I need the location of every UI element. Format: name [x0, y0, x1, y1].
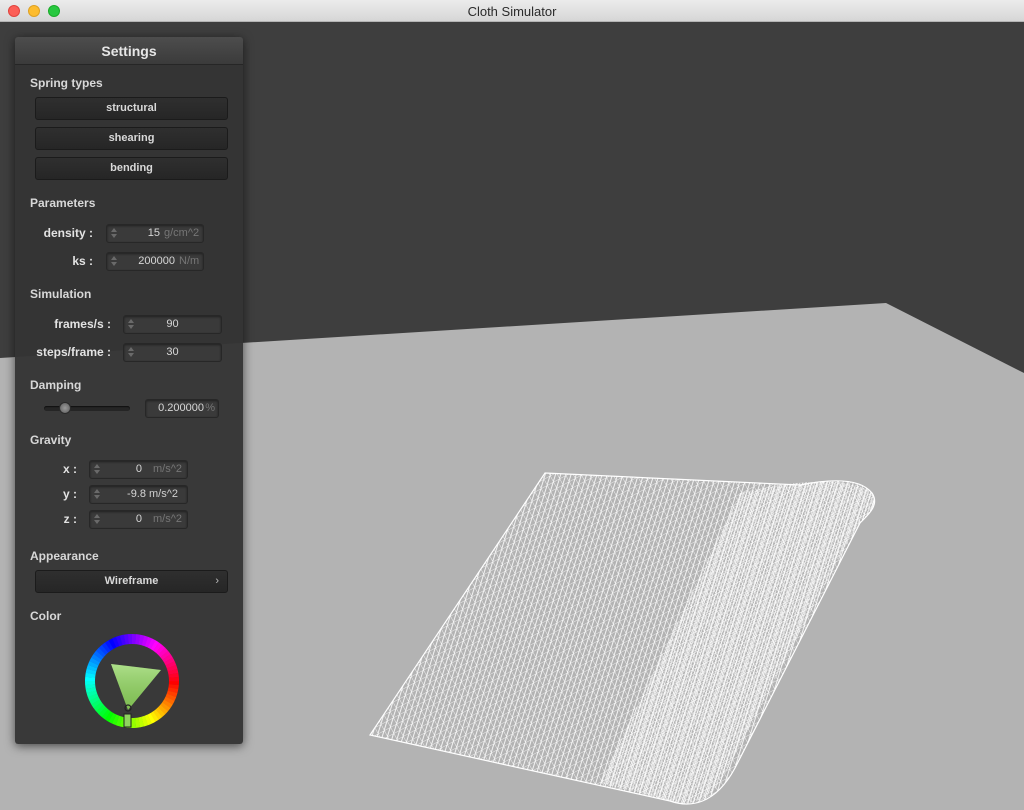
ks-label: ks :	[72, 254, 93, 268]
density-input[interactable]: 15 g/cm^2	[106, 224, 204, 243]
gravity-y-value: -9.8	[127, 488, 146, 500]
appearance-selected-value: Wireframe	[104, 575, 159, 587]
gravity-x-input[interactable]: 0 m/s^2	[89, 460, 188, 479]
gravity-z-value: 0	[135, 513, 142, 525]
gravity-z-label: z :	[63, 512, 77, 526]
bending-button[interactable]: bending	[35, 157, 228, 180]
damping-unit: %	[205, 402, 215, 414]
gravity-y-unit: m/s^2	[149, 488, 178, 500]
spring-types-label: Spring types	[30, 76, 103, 90]
gravity-z-input[interactable]: 0 m/s^2	[89, 510, 188, 529]
damping-slider[interactable]	[44, 406, 130, 411]
density-label: density :	[43, 226, 93, 240]
settings-title[interactable]: Settings	[15, 37, 243, 65]
gravity-y-label: y :	[62, 487, 77, 501]
frames-per-second-label: frames/s :	[54, 317, 111, 331]
parameters-label: Parameters	[30, 196, 96, 210]
ks-spinner-icon[interactable]	[111, 255, 117, 268]
density-value: 15	[147, 227, 160, 239]
color-wheel-picker[interactable]	[85, 634, 179, 728]
ks-unit: N/m	[179, 255, 200, 267]
gravity-x-unit: m/s^2	[153, 463, 182, 475]
shearing-button[interactable]: shearing	[35, 127, 228, 150]
ks-input[interactable]: 200000 N/m	[106, 252, 204, 271]
frames-per-second-input[interactable]: 90	[123, 315, 222, 334]
title-bar: Cloth Simulator	[0, 0, 1024, 22]
gravity-y-spinner-icon[interactable]	[94, 488, 100, 501]
app-window: Cloth Simulator Settings Spring types st…	[0, 0, 1024, 810]
damping-value: 0.200000	[158, 402, 204, 414]
ks-value: 200000	[138, 255, 175, 267]
color-label: Color	[30, 609, 62, 623]
appearance-label: Appearance	[30, 549, 99, 563]
density-unit: g/cm^2	[164, 227, 200, 239]
gravity-label: Gravity	[30, 433, 72, 447]
steps-per-frame-input[interactable]: 30	[123, 343, 222, 362]
gravity-z-unit: m/s^2	[153, 513, 182, 525]
structural-button[interactable]: structural	[35, 97, 228, 120]
gravity-z-spinner-icon[interactable]	[94, 513, 100, 526]
window-title: Cloth Simulator	[467, 4, 557, 19]
gravity-x-spinner-icon[interactable]	[94, 463, 100, 476]
damping-slider-handle[interactable]	[58, 402, 71, 414]
damping-input[interactable]: 0.200000 %	[145, 399, 219, 418]
damping-label: Damping	[30, 378, 82, 392]
gravity-x-value: 0	[135, 463, 142, 475]
steps-per-frame-label: steps/frame :	[36, 345, 111, 359]
chevron-right-icon: ›	[215, 575, 219, 587]
simulation-label: Simulation	[30, 287, 92, 301]
density-spinner-icon[interactable]	[111, 227, 117, 240]
steps-per-frame-value: 30	[166, 346, 179, 358]
settings-panel: Settings Spring types structural shearin…	[15, 37, 243, 744]
triangle-shade	[111, 664, 161, 710]
appearance-dropdown[interactable]: Wireframe ›	[35, 570, 228, 593]
gravity-y-input[interactable]: -9.8 m/s^2	[89, 485, 188, 504]
frames-per-second-value: 90	[166, 318, 179, 330]
hue-selector[interactable]	[123, 713, 132, 728]
gravity-x-label: x :	[62, 462, 77, 476]
